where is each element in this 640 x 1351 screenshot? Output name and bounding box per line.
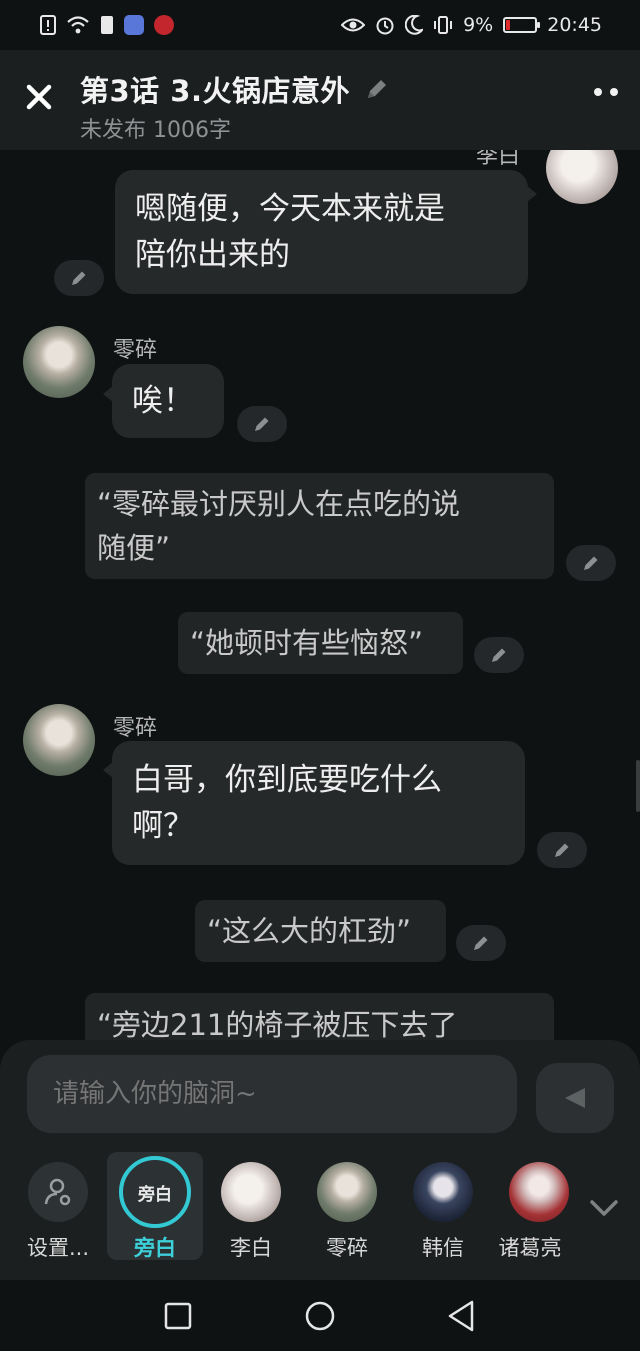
speaker-name-lingsui: 零碎: [113, 338, 158, 363]
role-name: 李白: [230, 1236, 272, 1260]
message-line: 嗯随便，今天本来就是: [135, 191, 445, 227]
message-line: 白哥，你到底要吃什么: [132, 762, 442, 798]
battery-percent: 9%: [463, 14, 494, 36]
send-button[interactable]: [536, 1063, 614, 1133]
wifi-icon: [67, 16, 89, 34]
battery-level: [506, 20, 510, 30]
role-lingsui[interactable]: 零碎: [299, 1152, 395, 1260]
edit-narration-button[interactable]: [474, 637, 524, 673]
chat-thread[interactable]: 李白 嗯随便，今天本来就是 陪你出来的 零碎 唉！ “零碎最讨厌别人在点吃的说 …: [0, 150, 640, 1040]
role-name: 设置...: [26, 1236, 90, 1260]
story-input[interactable]: [27, 1055, 517, 1133]
narration-line: “她顿时有些恼怒”: [190, 626, 424, 660]
edit-message-button[interactable]: [237, 406, 287, 442]
narration-bubble[interactable]: “这么大的杠劲”: [195, 900, 446, 962]
message-bubble-lingsui[interactable]: 唉！: [112, 364, 224, 438]
pencil-icon: [255, 417, 269, 431]
scrollbar[interactable]: [636, 760, 640, 812]
pencil-icon: [474, 936, 488, 950]
composer-panel: 设置... 旁白 旁白 李白 零碎 韩信 诸葛亮: [0, 1040, 640, 1280]
clock: 20:45: [547, 14, 602, 36]
message-line: 陪你出来的: [135, 237, 290, 273]
music-app-icon: [124, 15, 144, 35]
bubble-tail: [527, 186, 537, 202]
role-name: 零碎: [326, 1236, 368, 1260]
role-narrator[interactable]: 旁白 旁白: [107, 1152, 203, 1260]
role-hanxin-avatar: [413, 1162, 473, 1222]
role-zhuge-avatar: [509, 1162, 569, 1222]
back-icon[interactable]: [444, 1298, 480, 1334]
edit-message-button[interactable]: [537, 832, 587, 868]
person-settings-icon: [44, 1178, 71, 1206]
home-icon[interactable]: [302, 1298, 338, 1334]
edit-title-icon[interactable]: [364, 76, 390, 102]
status-left: [40, 15, 174, 35]
narration-line: 随便”: [97, 531, 171, 565]
avatar-lingsui[interactable]: [23, 326, 95, 398]
role-name: 诸葛亮: [498, 1236, 562, 1260]
message-line: 唉！: [132, 383, 194, 419]
eye-icon: [341, 18, 366, 32]
role-libai-avatar: [221, 1162, 281, 1222]
avatar-libai[interactable]: [546, 150, 618, 204]
role-narrator-avatar: 旁白: [119, 1156, 191, 1228]
status-bar: 9% 20:45: [0, 0, 640, 50]
role-name: 旁白: [134, 1236, 176, 1260]
role-name: 韩信: [422, 1236, 464, 1260]
speaker-name-lingsui: 零碎: [113, 716, 158, 741]
pencil-icon: [72, 271, 86, 285]
role-settings-avatar: [28, 1162, 88, 1222]
close-icon[interactable]: [22, 80, 56, 114]
pencil-icon: [492, 648, 506, 662]
chapter-title: 第3话 3.火锅店意外: [80, 74, 350, 108]
narration-line: “这么大的杠劲”: [207, 914, 412, 948]
narration-line: “旁边211的椅子被压下去了: [97, 1008, 458, 1040]
avatar-lingsui[interactable]: [23, 704, 95, 776]
alert-sim-icon: [40, 15, 56, 35]
recents-icon[interactable]: [160, 1298, 196, 1334]
role-narrator-badge: 旁白: [138, 1184, 172, 1205]
speaker-name-libai: 李白: [476, 150, 521, 169]
narration-bubble[interactable]: “旁边211的椅子被压下去了: [85, 993, 554, 1040]
system-nav-bar: [0, 1280, 640, 1351]
role-libai[interactable]: 李白: [203, 1152, 299, 1260]
edit-narration-button[interactable]: [566, 545, 616, 581]
more-options-icon[interactable]: [594, 88, 618, 96]
narration-bubble[interactable]: “她顿时有些恼怒”: [178, 612, 463, 674]
role-selector: 设置... 旁白 旁白 李白 零碎 韩信 诸葛亮: [0, 1152, 640, 1262]
message-line: 啊？: [132, 808, 194, 844]
chapter-header: 第3话 3.火锅店意外 未发布 1006字: [0, 50, 640, 150]
alarm-icon: [376, 17, 394, 35]
status-right: 9% 20:45: [341, 14, 602, 36]
chapter-status: 未发布 1006字: [80, 118, 231, 143]
role-lingsui-avatar: [317, 1162, 377, 1222]
message-bubble-lingsui[interactable]: 白哥，你到底要吃什么 啊？: [112, 741, 525, 865]
chevron-down-icon[interactable]: [586, 1196, 622, 1220]
message-bubble-libai[interactable]: 嗯随便，今天本来就是 陪你出来的: [115, 170, 528, 294]
edit-narration-button[interactable]: [456, 925, 506, 961]
narration-bubble[interactable]: “零碎最讨厌别人在点吃的说 随便”: [85, 473, 554, 579]
role-hanxin[interactable]: 韩信: [395, 1152, 491, 1260]
narration-line: “零碎最讨厌别人在点吃的说: [97, 487, 461, 521]
edit-message-button[interactable]: [54, 260, 104, 296]
vibrate-icon: [434, 16, 453, 34]
battery-icon: [503, 17, 541, 33]
role-settings[interactable]: 设置...: [10, 1152, 106, 1260]
send-icon: [565, 1088, 585, 1108]
sim-card-icon: [101, 16, 113, 34]
moon-icon: [405, 15, 424, 35]
pencil-icon: [584, 556, 598, 570]
pencil-icon: [555, 843, 569, 857]
title-row: 第3话 3.火锅店意外: [80, 68, 390, 110]
role-zhuge[interactable]: 诸葛亮: [491, 1152, 587, 1260]
notification-app-icon: [154, 15, 174, 35]
